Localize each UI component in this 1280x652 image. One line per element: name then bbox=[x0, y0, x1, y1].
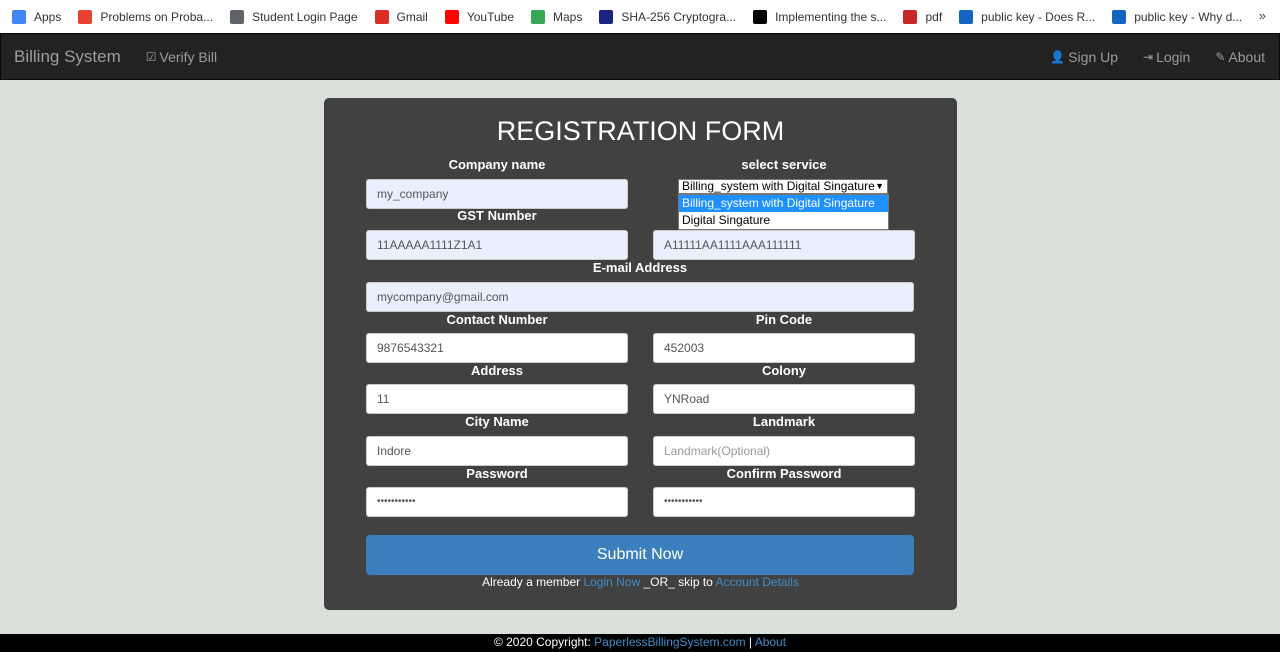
colony-input[interactable]: YNRoad bbox=[653, 384, 915, 414]
bookmarks-bar: Apps Problems on Proba... Student Login Pa… bbox=[0, 0, 1280, 33]
company-name-label: Company name bbox=[448, 157, 546, 172]
login-link[interactable]: ⇥ Login bbox=[1143, 49, 1190, 65]
footer-about-link[interactable]: About bbox=[755, 635, 786, 649]
bookmark-item[interactable]: Implementing the s... bbox=[753, 9, 887, 24]
address-input[interactable]: 11 bbox=[366, 384, 628, 414]
login-label: Login bbox=[1156, 48, 1191, 65]
registration-panel: REGISTRATION FORM Company name select se… bbox=[324, 98, 957, 610]
service-select[interactable]: Billing_system with Digital Singature ▼ bbox=[678, 179, 888, 194]
gmail-icon bbox=[374, 9, 389, 24]
user-icon: 👤 bbox=[1050, 49, 1066, 64]
brand-link[interactable]: Billing System bbox=[14, 47, 121, 67]
company-name-input[interactable]: my_company bbox=[366, 179, 628, 209]
bookmarks-overflow-icon[interactable]: » bbox=[1259, 8, 1266, 23]
edit-check-icon: ☑ bbox=[145, 49, 157, 64]
account-details-link[interactable]: Account Details bbox=[716, 575, 799, 589]
bookmark-item[interactable]: YouTube bbox=[444, 9, 515, 24]
about-link[interactable]: ✎ About bbox=[1215, 49, 1265, 65]
site-link[interactable]: PaperlessBillingSystem.com bbox=[594, 635, 745, 649]
pin-code-input[interactable]: 452003 bbox=[653, 333, 915, 363]
stackexchange-icon bbox=[1112, 9, 1127, 24]
city-name-input[interactable]: Indore bbox=[366, 436, 628, 466]
bookmark-label: Gmail bbox=[396, 9, 428, 24]
bookmark-item[interactable]: public key - Why d... bbox=[1112, 9, 1243, 24]
bookmark-label: SHA-256 Cryptogra... bbox=[621, 9, 737, 24]
login-now-link[interactable]: Login Now bbox=[583, 575, 640, 589]
verify-bill-link[interactable]: ☑ Verify Bill bbox=[146, 49, 217, 65]
dropdown-arrow-icon: ▼ bbox=[875, 181, 884, 191]
submit-button[interactable]: Submit Now bbox=[366, 535, 914, 575]
login-icon: ⇥ bbox=[1143, 49, 1154, 64]
service-selected-value: Billing_system with Digital Singature bbox=[682, 179, 875, 193]
confirm-password-label: Confirm Password bbox=[726, 466, 842, 481]
or-skip-text: _OR_ skip to bbox=[640, 575, 716, 589]
form-title: REGISTRATION FORM bbox=[496, 116, 785, 146]
bookmark-item[interactable]: SHA-256 Cryptogra... bbox=[599, 9, 737, 24]
bookmark-item[interactable]: Student Login Page bbox=[230, 9, 358, 24]
password-label: Password bbox=[466, 466, 528, 481]
select-service-label: select service bbox=[741, 157, 827, 172]
signup-label: Sign Up bbox=[1068, 48, 1119, 65]
service-option[interactable]: Digital Singature bbox=[679, 212, 888, 229]
iop-icon bbox=[903, 9, 918, 24]
password-input[interactable]: ••••••••••• bbox=[366, 487, 628, 517]
bookmark-item[interactable]: Maps bbox=[531, 9, 583, 24]
bookmark-label: Problems on Proba... bbox=[100, 9, 214, 24]
contact-number-input[interactable]: 9876543321 bbox=[366, 333, 628, 363]
bookmark-item[interactable]: Apps bbox=[12, 9, 62, 24]
navbar: Billing System ☑ Verify Bill 👤 Sign Up ⇥… bbox=[0, 33, 1280, 80]
bookmark-label: Apps bbox=[34, 9, 62, 24]
page-footer: © 2020 Copyright: PaperlessBillingSystem… bbox=[0, 634, 1280, 652]
bookmark-item[interactable]: Gmail bbox=[374, 9, 428, 24]
problems-icon bbox=[78, 9, 93, 24]
bookmark-label: public key - Why d... bbox=[1134, 9, 1243, 24]
signup-link[interactable]: 👤 Sign Up bbox=[1050, 49, 1118, 65]
verify-bill-label: Verify Bill bbox=[159, 48, 218, 65]
address-label: Address bbox=[470, 363, 524, 378]
colony-label: Colony bbox=[761, 363, 807, 378]
maps-icon bbox=[531, 9, 546, 24]
bookmark-item[interactable]: public key - Does R... bbox=[959, 9, 1096, 24]
pin-code-label: Pin Code bbox=[755, 312, 813, 327]
bookmark-label: public key - Does R... bbox=[981, 9, 1096, 24]
bookmark-label: Student Login Page bbox=[252, 9, 358, 24]
already-member-text: Already a member bbox=[482, 575, 584, 589]
bookmark-item[interactable]: pdf bbox=[903, 9, 943, 24]
edit-icon: ✎ bbox=[1215, 49, 1226, 64]
email-label: E-mail Address bbox=[592, 260, 688, 275]
bookmark-label: pdf bbox=[925, 9, 943, 24]
contact-number-label: Contact Number bbox=[446, 312, 548, 327]
landmark-input[interactable]: Landmark(Optional) bbox=[653, 436, 915, 466]
service-option[interactable]: Billing_system with Digital Singature bbox=[679, 195, 888, 212]
member-line: Already a member Login Now _OR_ skip to … bbox=[324, 575, 957, 589]
bookmark-item[interactable]: Problems on Proba... bbox=[78, 9, 214, 24]
youtube-icon bbox=[444, 9, 459, 24]
email-input[interactable]: mycompany@gmail.com bbox=[366, 282, 914, 312]
footer-separator: | bbox=[745, 635, 755, 649]
apps-grid-icon bbox=[12, 9, 26, 24]
confirm-password-input[interactable]: ••••••••••• bbox=[653, 487, 915, 517]
stackexchange-icon bbox=[959, 9, 974, 24]
landmark-label: Landmark bbox=[752, 414, 816, 429]
city-name-label: City Name bbox=[465, 414, 529, 429]
bookmark-label: Implementing the s... bbox=[775, 9, 887, 24]
gst-number-input[interactable]: 11AAAAA1111Z1A1 bbox=[366, 230, 628, 260]
medium-icon bbox=[753, 9, 768, 24]
navbar-right: 👤 Sign Up ⇥ Login ✎ About bbox=[1050, 34, 1265, 79]
bookmark-label: YouTube bbox=[466, 9, 515, 24]
bookmark-label: Maps bbox=[553, 9, 583, 24]
sha-icon bbox=[599, 9, 614, 24]
copyright-text: © 2020 Copyright: bbox=[493, 635, 595, 649]
pan-number-input[interactable]: A11111AA1111AAA111111 bbox=[653, 230, 915, 260]
globe-icon bbox=[230, 9, 245, 24]
gst-number-label: GST Number bbox=[457, 208, 537, 223]
service-dropdown: Billing_system with Digital Singature Di… bbox=[678, 194, 889, 230]
about-label: About bbox=[1228, 48, 1265, 65]
